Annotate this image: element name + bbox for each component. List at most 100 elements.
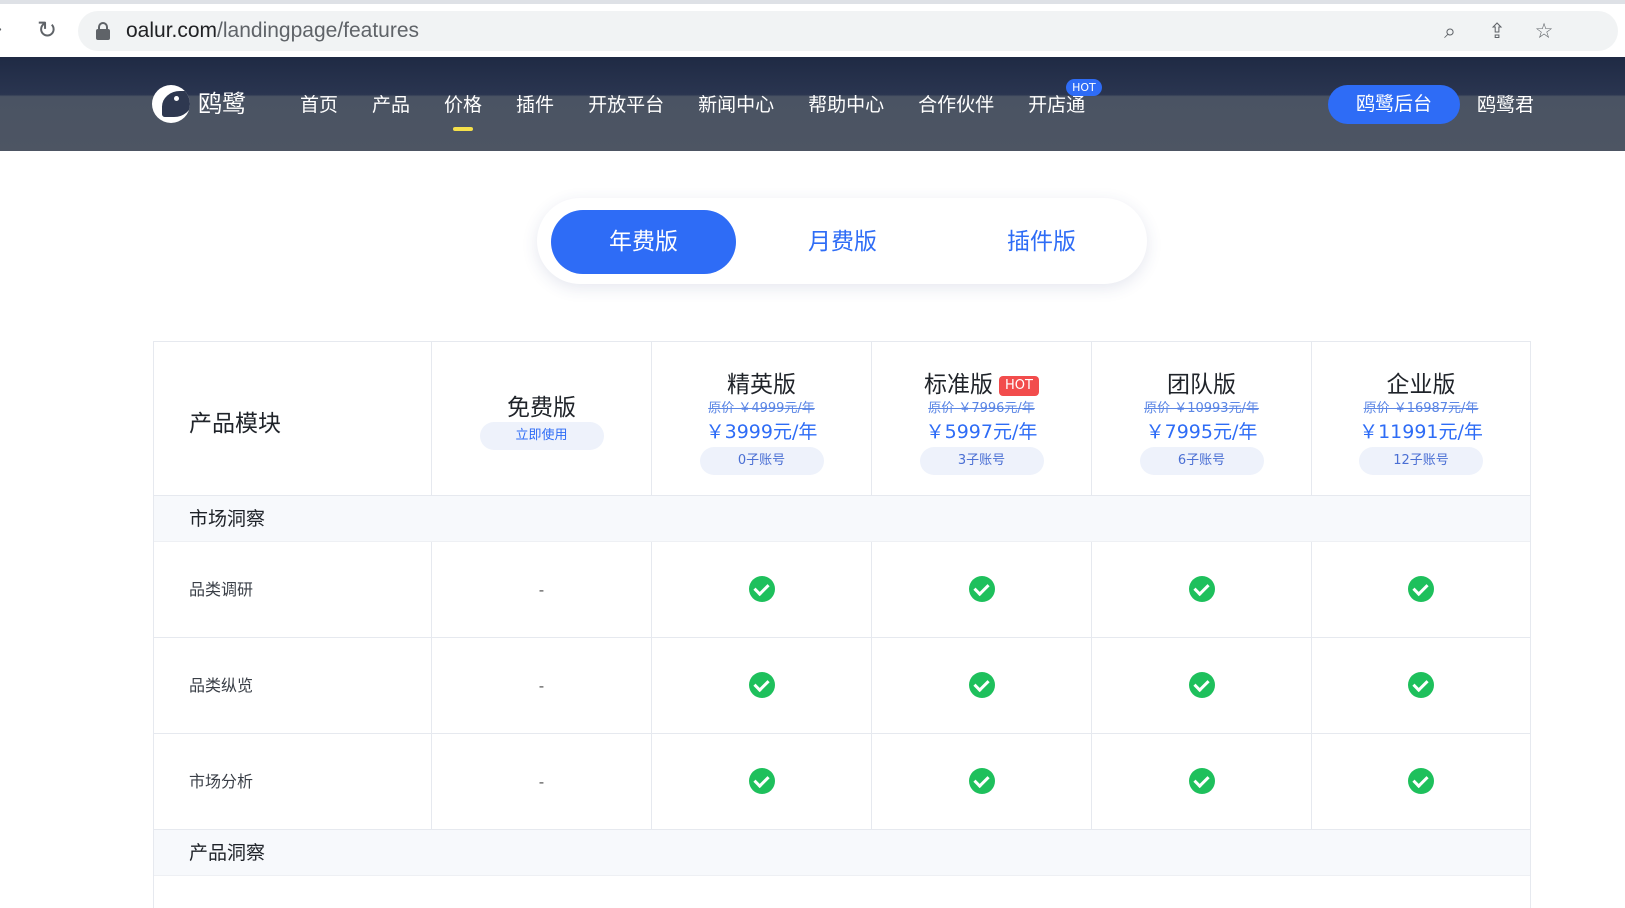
plan-hot-badge: HOT [999, 376, 1039, 396]
feature-cell [651, 638, 871, 734]
feature-cell: - [431, 638, 651, 734]
feature-cell [651, 542, 871, 638]
check-icon [968, 576, 995, 602]
plan-column-standard: 标准版 HOT 原价 ￥7996元/年 ￥5997元/年 3子账号 [871, 342, 1091, 495]
address-bar[interactable]: oalur.com/landingpage/features ⌕ ⇪ ☆ [78, 11, 1618, 51]
hot-badge: HOT [1066, 79, 1102, 96]
nav-item-store-open-label: 开店通 [1028, 94, 1086, 116]
user-name[interactable]: 鸥鹭君 [1477, 87, 1534, 123]
unavailable-dash: - [538, 773, 545, 791]
feature-label: 品类调研 [189, 580, 254, 599]
plan-name: 企业版 [1386, 372, 1456, 398]
plan-original-price: 原价 ￥10993元/年 [1144, 401, 1259, 416]
plan-name: 免费版 [507, 395, 576, 421]
nav-item-partners[interactable]: 合作伙伴 [918, 87, 994, 123]
check-icon [1188, 768, 1215, 794]
site-logo[interactable]: 鸥鹭 [152, 85, 246, 123]
url-host: oalur.com [126, 19, 218, 42]
browser-toolbar: › ↻ oalur.com/landingpage/features ⌕ ⇪ ☆ [0, 0, 1625, 62]
reload-icon[interactable]: ↻ [34, 16, 60, 44]
plan-name: 团队版 [1167, 372, 1236, 398]
feature-cell [871, 734, 1091, 830]
url-text[interactable]: oalur.com/landingpage/features [126, 19, 419, 43]
feature-cell [871, 638, 1091, 734]
module-header-cell: 产品模块 [154, 342, 431, 495]
nav-item-pricing[interactable]: 价格 [444, 87, 482, 131]
nav-item-open-platform[interactable]: 开放平台 [588, 87, 664, 123]
eagle-logo-icon [152, 85, 190, 123]
plan-column-free: 免费版 立即使用 [431, 342, 651, 495]
plan-price: ￥11991元/年 [1359, 421, 1483, 443]
main-nav: 首页 产品 价格 插件 开放平台 新闻中心 帮助中心 合作伙伴 开店通 HOT [300, 79, 1119, 131]
feature-cell [1311, 638, 1530, 734]
use-now-button[interactable]: 立即使用 [479, 422, 604, 450]
tab-strip [0, 0, 1625, 4]
pricing-table: 产品模块 免费版 立即使用 精英版 原价 ￥4999元/年 ￥3999元/年 0… [153, 341, 1531, 908]
plan-accounts-badge: 12子账号 [1359, 447, 1483, 475]
site-header: 鸥鹭 首页 产品 价格 插件 开放平台 新闻中心 帮助中心 合作伙伴 开店通 H… [0, 57, 1625, 151]
feature-cell [1311, 734, 1530, 830]
logo-text: 鸥鹭 [198, 90, 246, 118]
share-icon[interactable]: ⇪ [1484, 18, 1510, 44]
section-row: 市场洞察 [154, 496, 1530, 542]
feature-cell [1091, 542, 1311, 638]
plan-price: ￥3999元/年 [705, 421, 818, 443]
plan-name-label: 标准版 [924, 372, 994, 398]
url-path: /landingpage/features [217, 19, 420, 42]
bookmark-star-icon[interactable]: ☆ [1531, 18, 1557, 44]
lock-icon[interactable] [96, 22, 110, 40]
check-icon [968, 672, 995, 698]
check-icon [1408, 768, 1434, 794]
plan-original-price: 原价 ￥16987元/年 [1363, 401, 1479, 416]
plan-column-team: 团队版 原价 ￥10993元/年 ￥7995元/年 6子账号 [1091, 342, 1311, 495]
check-icon [748, 576, 775, 602]
module-header: 产品模块 [189, 411, 281, 437]
tab-annual[interactable]: 年费版 [551, 210, 736, 274]
check-icon [1408, 576, 1434, 602]
feature-cell [1091, 638, 1311, 734]
unavailable-dash: - [538, 677, 545, 695]
check-icon [968, 768, 995, 794]
plan-name: 精英版 [727, 372, 796, 398]
check-icon [748, 768, 775, 794]
table-header-row: 产品模块 免费版 立即使用 精英版 原价 ￥4999元/年 ￥3999元/年 0… [154, 342, 1530, 496]
nav-item-home[interactable]: 首页 [300, 87, 338, 123]
table-row: 品类纵览 - [154, 638, 1530, 734]
feature-cell: - [431, 542, 651, 638]
nav-item-products[interactable]: 产品 [372, 87, 410, 123]
plan-accounts-badge: 6子账号 [1139, 447, 1264, 475]
section-row: 产品洞察 [154, 830, 1530, 876]
section-label: 产品洞察 [189, 842, 266, 864]
check-icon [748, 672, 775, 698]
back-arrow-icon[interactable]: › [0, 18, 14, 42]
feature-label: 市场分析 [189, 772, 254, 791]
nav-item-plugins[interactable]: 插件 [516, 87, 554, 123]
plan-price: ￥7995元/年 [1145, 421, 1258, 443]
section-label: 市场洞察 [189, 508, 266, 530]
plan-original-price: 原价 ￥4999元/年 [708, 401, 815, 416]
feature-label: 品类纵览 [189, 676, 254, 695]
feature-cell [1091, 734, 1311, 830]
nav-item-store-open[interactable]: 开店通 HOT [1028, 79, 1102, 123]
unavailable-dash: - [538, 581, 545, 599]
tab-monthly[interactable]: 月费版 [750, 210, 935, 274]
plan-original-price: 原价 ￥7996元/年 [928, 401, 1035, 416]
tab-plugin[interactable]: 插件版 [949, 210, 1134, 274]
nav-item-help[interactable]: 帮助中心 [808, 87, 884, 123]
plan-type-tabs: 年费版 月费版 插件版 [537, 198, 1147, 284]
zoom-search-icon[interactable]: ⌕ [1437, 18, 1463, 44]
plan-price: ￥5997元/年 [925, 421, 1038, 443]
check-icon [1408, 672, 1434, 698]
feature-cell [1311, 542, 1530, 638]
table-row: 市场分析 - [154, 734, 1530, 830]
table-row: 品类调研 - [154, 542, 1530, 638]
plan-column-enterprise: 企业版 原价 ￥16987元/年 ￥11991元/年 12子账号 [1311, 342, 1530, 495]
plan-accounts-badge: 3子账号 [919, 447, 1044, 475]
feature-cell: - [431, 734, 651, 830]
check-icon [1188, 672, 1215, 698]
plan-name: 标准版 HOT [872, 365, 1091, 399]
nav-item-news[interactable]: 新闻中心 [698, 87, 774, 123]
plan-column-elite: 精英版 原价 ￥4999元/年 ￥3999元/年 0子账号 [651, 342, 871, 495]
console-button[interactable]: 鸥鹭后台 [1328, 85, 1460, 124]
feature-cell [871, 542, 1091, 638]
